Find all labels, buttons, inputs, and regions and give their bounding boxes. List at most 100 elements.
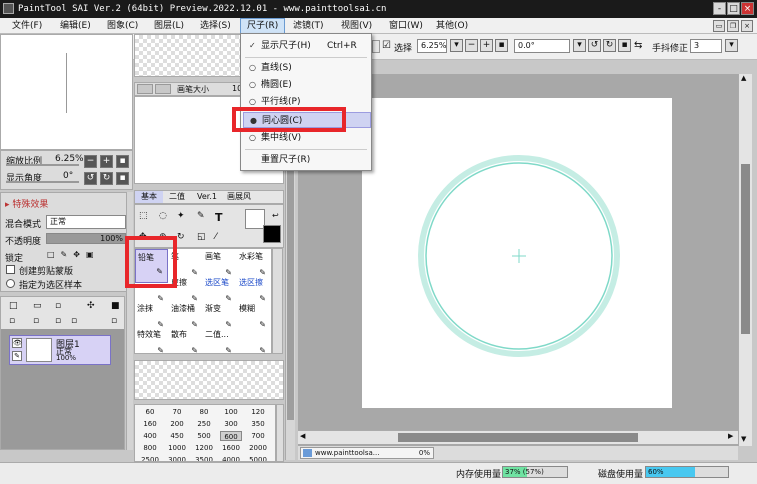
menu-select[interactable]: 选择(S)	[194, 18, 237, 34]
brush-size-cell[interactable]: 3500	[193, 455, 215, 461]
nav-rotate-right-button[interactable]: ↻	[100, 172, 113, 185]
sample-checkbox[interactable]	[6, 279, 15, 288]
lasso-icon[interactable]: ◌	[159, 211, 167, 221]
brush-size-cell[interactable]: 700	[247, 431, 269, 441]
brush-size-cell[interactable]: 350	[247, 419, 269, 429]
brush-size-cell[interactable]: 4000	[220, 455, 242, 461]
scroll-right-icon[interactable]: ▶	[728, 432, 733, 440]
menu-item-focus-line[interactable]: ○ 集中线(V)	[243, 130, 370, 146]
copy-layer-icon[interactable]: ▫	[9, 316, 15, 326]
layer-options-icon[interactable]: ■	[111, 301, 120, 311]
concentric-ruler[interactable]	[362, 98, 672, 408]
brush-size-cell[interactable]: 500	[193, 431, 215, 441]
opacity-slider[interactable]: 100%	[46, 233, 126, 244]
brush-size-cell[interactable]: 450	[166, 431, 188, 441]
magic-wand-icon[interactable]: ✦	[177, 211, 185, 221]
rotate-left-button[interactable]: ↺	[588, 39, 601, 52]
minimize-button[interactable]: -	[713, 2, 726, 15]
menu-item-show-ruler[interactable]: ✓ 显示尺子(H) Ctrl+R	[243, 38, 370, 54]
new-folder-icon[interactable]: ▭	[33, 301, 42, 311]
nav-rotate-reset-button[interactable]: ▪	[116, 172, 129, 185]
maximize-button[interactable]: □	[727, 2, 740, 15]
tool-grid-scrollbar[interactable]	[272, 248, 283, 354]
horizontal-scrollbar[interactable]: ◀ ▶	[298, 430, 738, 444]
zoom-dropdown-icon[interactable]: ▾	[450, 39, 463, 52]
tab-basic[interactable]: 基本	[135, 191, 163, 203]
brush-size-cell[interactable]: 200	[166, 419, 188, 429]
effects-header[interactable]: ▸ 特殊效果	[5, 197, 48, 210]
angle-slider[interactable]	[6, 181, 79, 183]
brush-size-cell[interactable]: 5000	[247, 455, 269, 461]
left-panel-scrollbar[interactable]	[126, 192, 133, 450]
menu-file[interactable]: 文件(F)	[6, 18, 48, 34]
angle-field[interactable]: 0.0°	[514, 39, 570, 53]
tab-ver1[interactable]: Ver.1	[197, 191, 217, 203]
nav-zoom-out-button[interactable]: −	[84, 155, 97, 168]
zoom-slider[interactable]	[6, 164, 79, 166]
brush-size-cell[interactable]: 120	[247, 407, 269, 417]
nav-rotate-left-button[interactable]: ↺	[84, 172, 97, 185]
delete-layer-icon[interactable]: ▫	[71, 316, 77, 326]
menu-layer[interactable]: 图层(L)	[148, 18, 190, 34]
menu-ruler[interactable]: 尺子(R)	[240, 18, 286, 34]
doc-minimize-icon[interactable]: ▭	[713, 20, 725, 32]
brush-size-cell[interactable]: 800	[139, 443, 161, 453]
scroll-up-icon[interactable]: ▲	[741, 74, 746, 82]
menu-item-line[interactable]: ○ 直线(S)	[243, 60, 370, 76]
picker-icon[interactable]: ⁄	[215, 232, 217, 242]
brush-size-cell[interactable]: 1200	[193, 443, 215, 453]
zoom-fit-button[interactable]: ▪	[495, 39, 508, 52]
blend-mode-select[interactable]: 正常	[46, 215, 126, 229]
tab-binary[interactable]: 二值	[169, 191, 185, 203]
tool-cell[interactable]: ✎	[237, 327, 270, 361]
menu-item-ellipse[interactable]: ○ 椭圆(E)	[243, 77, 370, 93]
foreground-color-swatch[interactable]	[263, 225, 281, 243]
stabilizer-field[interactable]: 3	[690, 39, 722, 53]
brush-size-cell[interactable]: 160	[139, 419, 161, 429]
brush-size-cell[interactable]: 300	[220, 419, 242, 429]
brush-size-cell[interactable]: 2500	[139, 455, 161, 461]
navigator-preview[interactable]	[0, 34, 133, 150]
new-layer-icon[interactable]: □	[9, 301, 18, 311]
vertical-scroll-thumb[interactable]	[741, 164, 750, 334]
menu-filter[interactable]: 滤镜(T)	[287, 18, 330, 34]
lock-icons[interactable]: □✎✥▣	[47, 250, 100, 259]
eyedropper-icon[interactable]: ✎	[197, 211, 205, 221]
scroll-down-icon[interactable]: ▼	[741, 435, 746, 443]
tool-cell[interactable]: 二值... ✎	[203, 327, 236, 361]
zoom-out-button[interactable]: −	[465, 39, 478, 52]
brush-texture-icon[interactable]	[155, 84, 171, 94]
selection-visible-checkbox[interactable]: ☑	[382, 40, 391, 51]
rotate-right-button[interactable]: ↻	[603, 39, 616, 52]
brush-size-cell[interactable]: 80	[193, 407, 215, 417]
brush-size-cell[interactable]: 250	[193, 419, 215, 429]
visibility-eye-icon[interactable]: 👁	[12, 338, 22, 348]
doc-close-icon[interactable]: ×	[741, 20, 753, 32]
angle-dropdown-icon[interactable]: ▾	[573, 39, 586, 52]
brush-shape-icon[interactable]	[137, 84, 153, 94]
close-button[interactable]: ×	[741, 2, 754, 15]
tool-cell[interactable]: 特效笔 ✎	[135, 327, 168, 361]
background-color-swatch[interactable]	[245, 209, 265, 229]
tool-cell[interactable]: 散布 ✎	[169, 327, 202, 361]
rotate-reset-button[interactable]: ▪	[618, 39, 631, 52]
scroll-left-icon[interactable]: ◀	[300, 432, 305, 440]
menu-edit[interactable]: 编辑(E)	[54, 18, 97, 34]
menu-other[interactable]: 其他(O)	[430, 18, 474, 34]
zoom-field[interactable]: 6.25%	[417, 39, 447, 53]
new-mask-icon[interactable]: ▫	[55, 301, 61, 311]
layer-effects-icon[interactable]: ✣	[87, 301, 95, 311]
tab-painting[interactable]: 画展风	[227, 191, 251, 203]
menu-view[interactable]: 视图(V)	[335, 18, 378, 34]
transfer-icon[interactable]: ▫	[55, 316, 61, 326]
layer-row[interactable]: 👁 ✎ 图层1 正常 100%	[9, 335, 111, 365]
horizontal-scroll-thumb[interactable]	[398, 433, 638, 442]
document-tab[interactable]: www.painttoolsa... 0%	[300, 447, 434, 459]
hand-icon[interactable]: ◱	[197, 232, 206, 242]
rotate-icon[interactable]: ↻	[177, 232, 185, 242]
flip-icon[interactable]: ⇆	[634, 40, 642, 51]
clear-layer-icon[interactable]: ▫	[111, 316, 117, 326]
clip-checkbox[interactable]	[6, 265, 15, 274]
menu-window[interactable]: 窗口(W)	[383, 18, 429, 34]
vertical-scrollbar[interactable]: ▲ ▼	[738, 74, 752, 446]
